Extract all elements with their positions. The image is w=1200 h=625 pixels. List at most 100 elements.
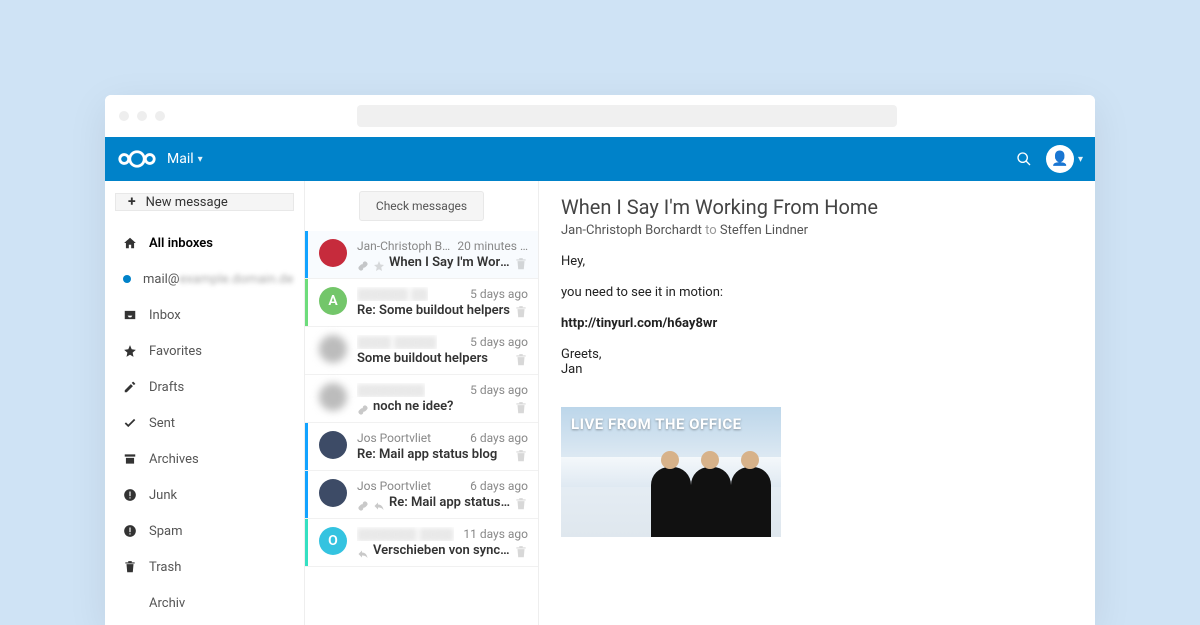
sidebar-item-label: Sent — [149, 416, 175, 431]
sidebar-item-label: Trash — [149, 560, 181, 575]
delete-icon[interactable] — [514, 448, 528, 462]
delete-icon[interactable] — [514, 496, 528, 510]
sender-name: Jos Poortvliet — [357, 431, 431, 445]
reader-pane: When I Say I'm Working From Home Jan-Chr… — [539, 181, 1095, 625]
delete-icon[interactable] — [514, 352, 528, 366]
sender-name: ▒▒▒▒▒▒ ▒▒ — [357, 287, 428, 301]
plus-icon: + — [128, 194, 136, 210]
sender-name: Jan-Christoph Bor… — [357, 239, 451, 253]
bang-icon — [123, 488, 137, 502]
message-item[interactable]: Jos Poortvliet6 days agoRe: Mail app sta… — [305, 423, 538, 471]
people-graphic — [651, 467, 771, 537]
sidebar: + New message All inboxes mail@example.do… — [105, 181, 305, 625]
sender-avatar — [319, 479, 347, 507]
caret-down-icon: ▾ — [1078, 154, 1083, 165]
message-time: 20 minutes … — [457, 239, 528, 253]
mail-from: Jan-Christoph Borchardt — [561, 223, 702, 238]
sidebar-item-drafts[interactable]: Drafts — [115, 369, 294, 405]
new-message-button[interactable]: + New message — [115, 193, 294, 211]
message-item[interactable]: O ▒▒▒▒▒▒▒ ▒▒▒▒ 11 days ago Verschieben von … — [305, 519, 538, 567]
accent-bar — [305, 471, 308, 518]
sidebar-item-label: Inbox — [149, 308, 181, 323]
delete-icon[interactable] — [514, 256, 528, 270]
caret-down-icon: ▾ — [198, 154, 203, 165]
sidebar-item-trash[interactable]: Trash — [115, 549, 294, 585]
message-time: 11 days ago — [463, 527, 528, 541]
sidebar-item-label: Archives — [149, 452, 199, 467]
sender-avatar: A — [319, 287, 347, 315]
window-dot — [155, 111, 165, 121]
sender-name: ▒▒▒▒▒▒▒ ▒▒▒▒ — [357, 527, 454, 541]
nextcloud-logo[interactable] — [117, 149, 157, 169]
sidebar-item-spam[interactable]: Spam — [115, 513, 294, 549]
accent-bar — [305, 519, 308, 566]
link-icon — [357, 497, 369, 509]
sender-avatar — [319, 239, 347, 267]
main-columns: + New message All inboxes mail@example.do… — [105, 181, 1095, 625]
sender-name: Jos Poortvliet — [357, 479, 431, 493]
reply-icon — [357, 545, 369, 557]
sender-name: ▒▒▒▒ ▒▒▒▒▒ — [357, 335, 437, 349]
check-messages-button[interactable]: Check messages — [359, 191, 484, 221]
body-line: you need to see it in motion: — [561, 285, 1073, 300]
attachment-image[interactable]: LIVE FROM THE OFFICE — [561, 407, 781, 537]
message-subject: Some buildout helpers — [357, 351, 510, 366]
sidebar-item-label: Junk — [149, 488, 177, 503]
check-icon — [123, 416, 137, 430]
trash-icon — [123, 560, 137, 574]
archive-icon — [123, 452, 137, 466]
accent-bar — [305, 231, 308, 278]
message-time: 5 days ago — [470, 335, 528, 349]
reply-icon — [373, 497, 385, 509]
sidebar-item-archiv[interactable]: Archiv — [115, 585, 294, 621]
app-window: Mail ▾ 👤 ▾ + New message All inboxes mail… — [105, 95, 1095, 625]
browser-titlebar — [105, 95, 1095, 137]
app-header: Mail ▾ 👤 ▾ — [105, 137, 1095, 181]
sidebar-item-label: Drafts — [149, 380, 184, 395]
message-item[interactable]: A▒▒▒▒▒▒ ▒▒5 days agoRe: Some buildout he… — [305, 279, 538, 327]
app-name-label: Mail — [167, 151, 194, 167]
link-icon — [357, 257, 369, 269]
message-subject: Verschieben von sync… — [373, 543, 510, 558]
message-time: 5 days ago — [470, 383, 528, 397]
body-link[interactable]: http://tinyurl.com/h6ay8wr — [561, 316, 1073, 331]
nextcloud-logo-icon — [117, 149, 157, 169]
sidebar-item-label: Spam — [149, 524, 183, 539]
sidebar-item-label: Archiv — [149, 596, 185, 611]
sender-avatar — [319, 335, 347, 363]
sidebar-item-label: All inboxes — [149, 236, 213, 251]
delete-icon[interactable] — [514, 400, 528, 414]
mail-subject: When I Say I'm Working From Home — [561, 195, 1073, 219]
sidebar-item-label: mail@example.domain.de — [143, 272, 293, 287]
sidebar-item-inbox[interactable]: Inbox — [115, 297, 294, 333]
blank-icon — [123, 596, 137, 610]
window-dot — [119, 111, 129, 121]
app-switcher[interactable]: Mail ▾ — [167, 151, 203, 167]
body-closing: Greets, Jan — [561, 347, 1073, 377]
message-time: 6 days ago — [470, 431, 528, 445]
sidebar-item-mail@[interactable]: mail@example.domain.de — [115, 261, 294, 297]
star-icon — [373, 257, 385, 269]
search-icon[interactable] — [1016, 151, 1032, 167]
message-item[interactable]: Jos Poortvliet 6 days ago Re: Mail app sta… — [305, 471, 538, 519]
user-menu[interactable]: 👤 ▾ — [1046, 145, 1083, 173]
attachment-caption: LIVE FROM THE OFFICE — [561, 407, 781, 441]
address-bar[interactable] — [357, 105, 897, 127]
message-subject: Re: Mail app status blog — [389, 495, 510, 510]
sidebar-item-sent[interactable]: Sent — [115, 405, 294, 441]
sidebar-item-junk[interactable]: Junk — [115, 477, 294, 513]
sidebar-item-all-inboxes[interactable]: All inboxes — [115, 225, 294, 261]
message-time: 6 days ago — [470, 479, 528, 493]
message-item[interactable]: ▒▒▒▒▒▒▒▒5 days agonoch ne idee? — [305, 375, 538, 423]
message-time: 5 days ago — [470, 287, 528, 301]
window-dot — [137, 111, 147, 121]
message-item[interactable]: ▒▒▒▒ ▒▒▒▒▒ 5 days ago Some buildout helper… — [305, 327, 538, 375]
check-messages-label: Check messages — [376, 199, 467, 213]
message-item[interactable]: Jan-Christoph Bor…20 minutes …When I Say… — [305, 231, 538, 279]
delete-icon[interactable] — [514, 544, 528, 558]
blue-dot-icon — [123, 272, 131, 286]
delete-icon[interactable] — [514, 304, 528, 318]
sender-avatar: O — [319, 527, 347, 555]
sidebar-item-archives[interactable]: Archives — [115, 441, 294, 477]
sidebar-item-favorites[interactable]: Favorites — [115, 333, 294, 369]
